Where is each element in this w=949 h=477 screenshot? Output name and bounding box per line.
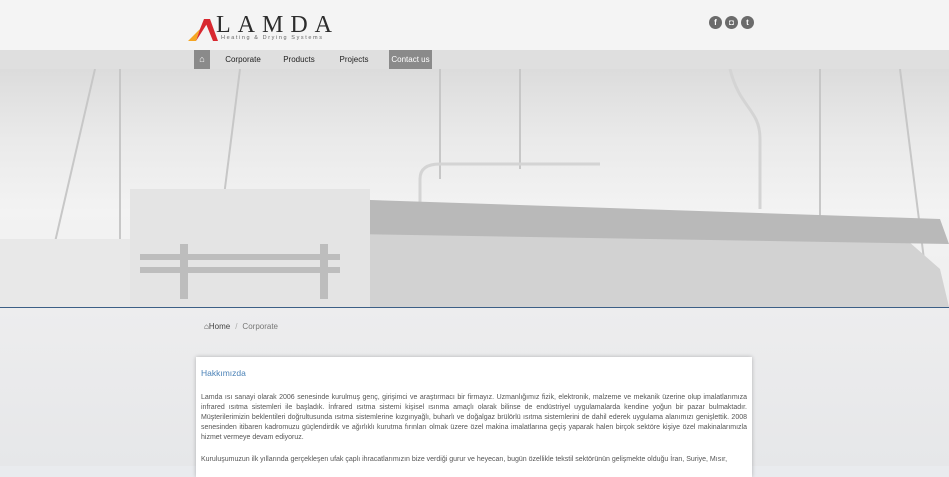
hero-image: [0, 69, 949, 307]
breadcrumb-separator: /: [235, 322, 238, 331]
instagram-icon[interactable]: ◘: [725, 16, 738, 29]
about-paragraph-1: Lamda ısı sanayi olarak 2006 senesinde k…: [201, 394, 747, 441]
nav-item-projects[interactable]: Projects: [334, 50, 374, 69]
twitter-icon[interactable]: t: [741, 16, 754, 29]
main-nav: ⌂ Corporate Products Projects Contact us: [0, 50, 949, 69]
nav-item-corporate[interactable]: Corporate: [218, 50, 268, 69]
page-title: Hakkımızda: [201, 368, 246, 378]
logo[interactable]: LAMDA Heating & Drying Systems: [188, 12, 348, 45]
nav-item-contact[interactable]: Contact us: [389, 50, 432, 69]
home-icon[interactable]: ⌂: [194, 50, 210, 69]
breadcrumb-current: Corporate: [242, 322, 278, 331]
facebook-icon[interactable]: f: [709, 16, 722, 29]
header: LAMDA Heating & Drying Systems f ◘ t: [0, 0, 949, 50]
breadcrumb: ⌂Home / Corporate: [204, 322, 278, 331]
breadcrumb-home[interactable]: Home: [209, 322, 230, 331]
logo-mark-icon: [188, 19, 218, 41]
nav-item-products[interactable]: Products: [277, 50, 321, 69]
about-paragraph-2: Kuruluşumuzun ilk yıllarında gerçekleşen…: [201, 456, 728, 463]
factory-illustration: [0, 69, 949, 307]
logo-tagline: Heating & Drying Systems: [221, 35, 324, 41]
content-card: Hakkımızda Lamda ısı sanayi olarak 2006 …: [196, 357, 752, 477]
